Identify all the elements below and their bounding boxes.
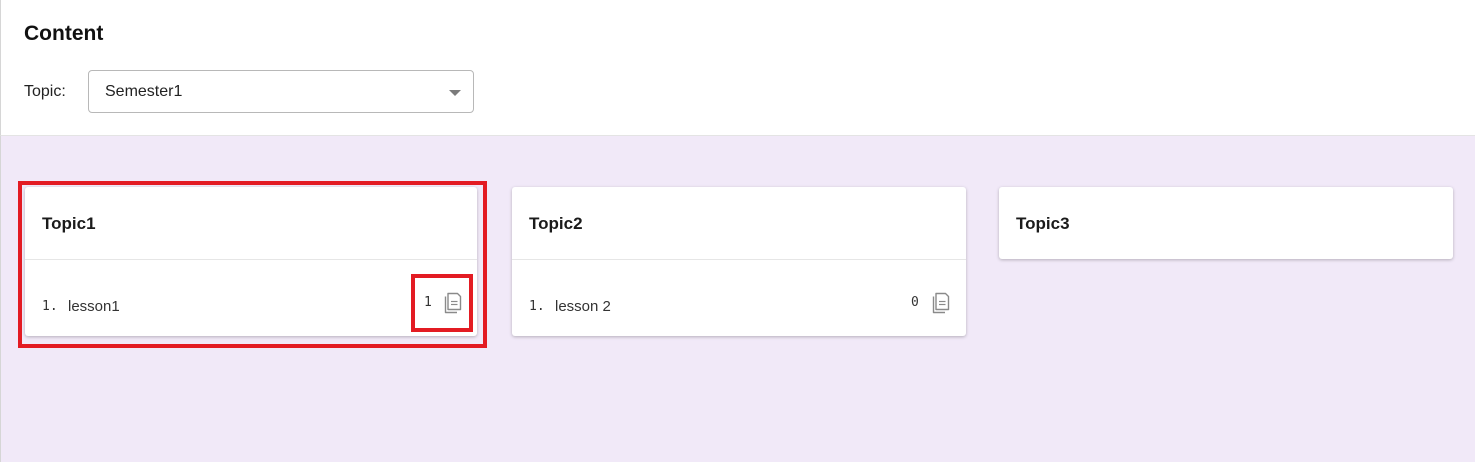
topic-card-title: Topic2	[529, 214, 583, 233]
page-title: Content	[24, 22, 104, 45]
lesson-count: 0	[911, 295, 919, 310]
lesson-name[interactable]: lesson 2	[555, 298, 611, 315]
divider	[512, 259, 966, 260]
topic-select-value: Semester1	[105, 83, 183, 100]
topic-card: Topic2 1. lesson 2 0	[512, 187, 966, 336]
caret-down-icon	[449, 90, 461, 96]
highlight-box-count	[411, 274, 473, 332]
topics-board: Topic1 1. lesson1 1 Topic2 1. lesson 2 0	[0, 136, 1475, 462]
topic-select[interactable]: Semester1	[88, 70, 474, 113]
topic-filter-label: Topic:	[24, 83, 66, 100]
topic-card-title: Topic3	[1016, 214, 1070, 233]
lesson-number: 1.	[529, 299, 545, 314]
topic-card: Topic3	[999, 187, 1453, 259]
content-header: Content Topic: Semester1	[0, 0, 1475, 136]
document-copy-icon[interactable]	[930, 292, 950, 314]
